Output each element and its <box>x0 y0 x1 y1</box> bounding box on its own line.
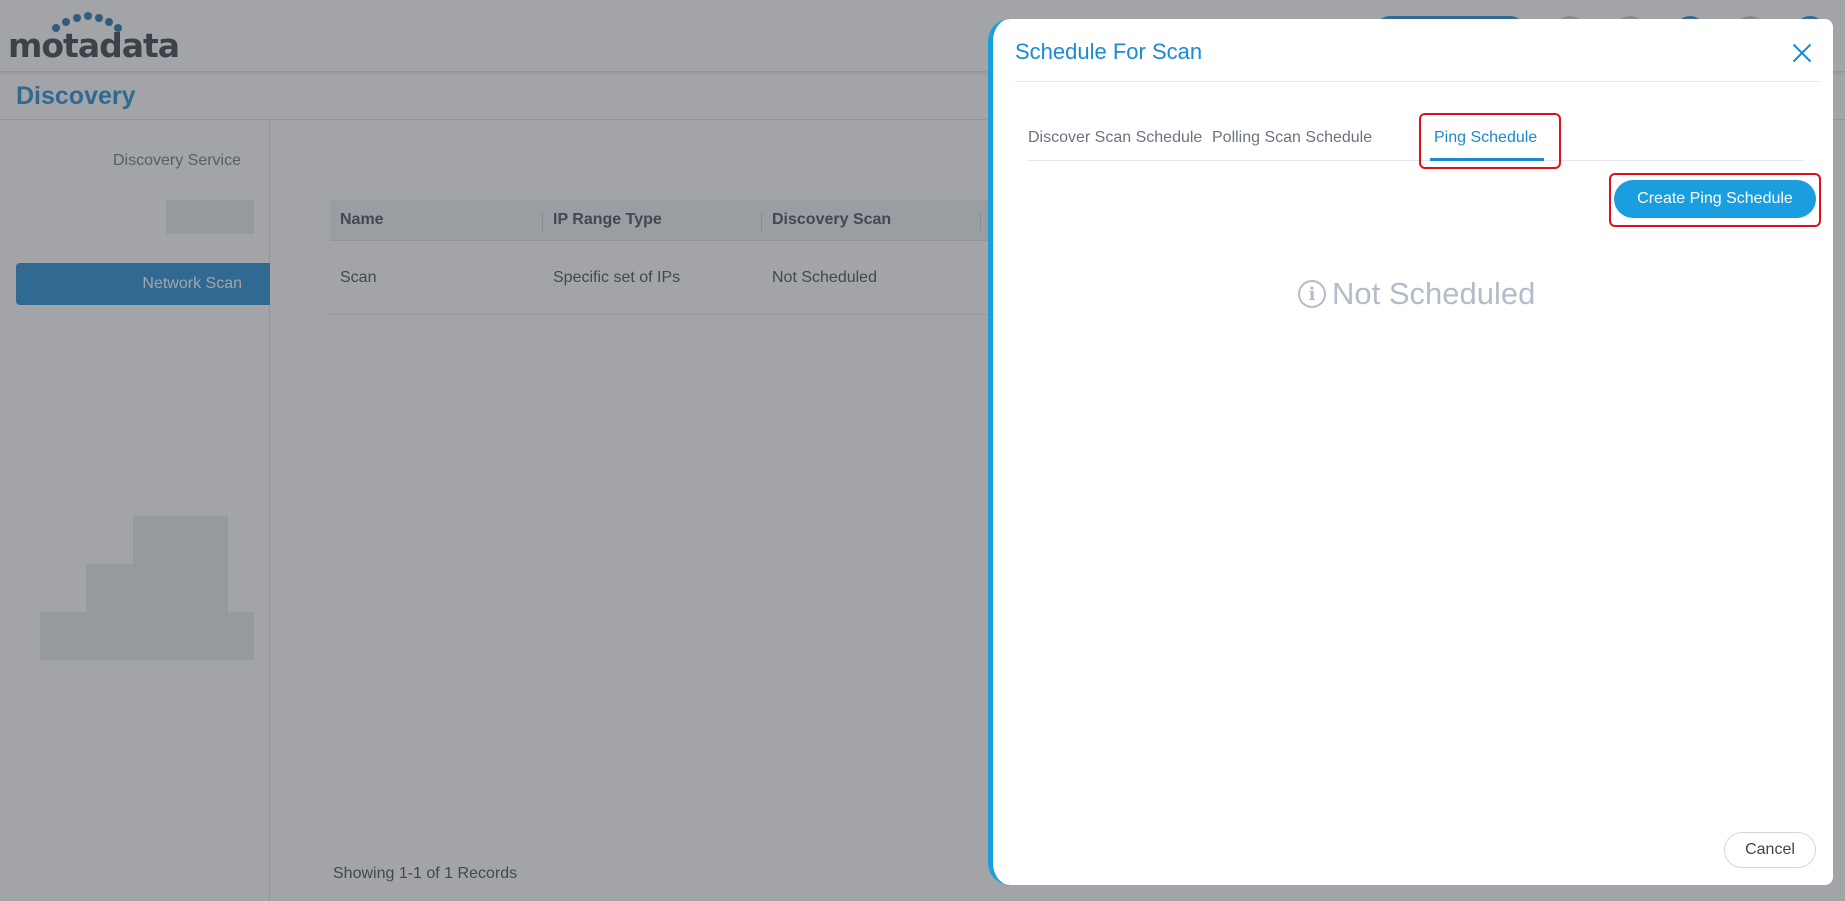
divider <box>1015 81 1819 82</box>
highlight-box-ping-tab <box>1419 113 1561 169</box>
tab-polling-scan-schedule[interactable]: Polling Scan Schedule <box>1212 129 1372 147</box>
schedule-drawer: Schedule For Scan Discover Scan Schedule… <box>988 19 1833 885</box>
close-icon[interactable] <box>1789 40 1815 66</box>
tab-discover-scan-schedule[interactable]: Discover Scan Schedule <box>1028 129 1202 147</box>
drawer-title: Schedule For Scan <box>1015 39 1203 64</box>
info-icon: i <box>1298 280 1326 308</box>
schedule-tabs: Discover Scan Schedule Polling Scan Sche… <box>1028 109 1803 161</box>
empty-state-text: Not Scheduled <box>1332 276 1536 311</box>
cancel-button[interactable]: Cancel <box>1724 832 1816 868</box>
empty-state: i Not Scheduled <box>1298 276 1535 312</box>
highlight-box-create-button <box>1609 173 1821 227</box>
